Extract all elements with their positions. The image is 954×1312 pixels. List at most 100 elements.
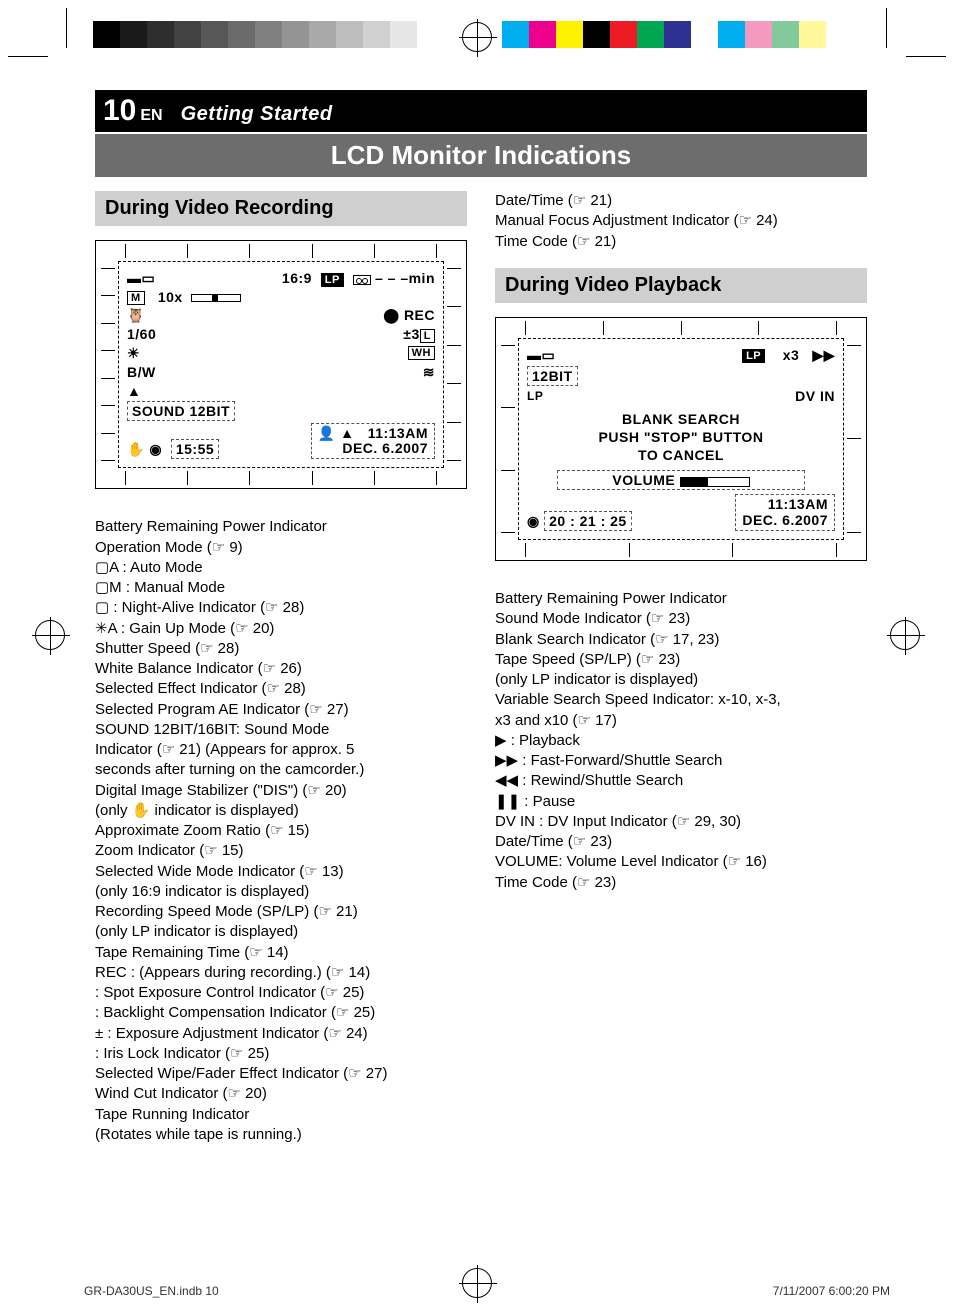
dis-icon: ✋ xyxy=(127,441,145,457)
list-item: Tape Speed (SP/LP) (☞ 23) xyxy=(495,650,867,670)
list-item: Date/Time (☞ 23) xyxy=(495,832,867,852)
list-item: Selected Program AE Indicator (☞ 27) xyxy=(95,700,467,720)
list-item: Date/Time (☞ 21) xyxy=(495,191,867,211)
rec-dot-icon: ⬤ xyxy=(383,307,399,323)
registration-mark-icon xyxy=(462,22,492,52)
list-item: ▢ : Night-Alive Indicator (☞ 28) xyxy=(95,598,467,618)
list-item: Time Code (☞ 21) xyxy=(495,232,867,252)
color-bar xyxy=(502,21,826,48)
list-item: Operation Mode (☞ 9) xyxy=(95,538,467,558)
playback-lcd-frame: ▬▭ LP x3 ▶▶ 12BIT LP DV IN xyxy=(495,317,867,561)
playback-lcd: ▬▭ LP x3 ▶▶ 12BIT LP DV IN xyxy=(518,338,844,540)
lp-badge: LP xyxy=(321,273,344,287)
lp-badge: LP xyxy=(742,349,765,363)
list-item: (only ✋ indicator is displayed) xyxy=(95,801,467,821)
zoom-ratio: 10x xyxy=(158,289,183,305)
list-item: REC : (Appears during recording.) (☞ 14) xyxy=(95,963,467,983)
language-code: EN xyxy=(140,107,162,125)
footer-filename: GR-DA30US_EN.indb 10 xyxy=(84,1284,219,1298)
sound-mode: SOUND 12BIT xyxy=(127,401,235,421)
list-item: Battery Remaining Power Indicator xyxy=(495,589,867,609)
night-icon: 🦉 xyxy=(127,307,145,324)
registration-mark-icon xyxy=(35,620,65,650)
zoom-bar-icon xyxy=(191,294,241,302)
effect-bw: B/W xyxy=(127,364,156,380)
list-item: ▢A : Auto Mode xyxy=(95,558,467,578)
right-column: Date/Time (☞ 21)Manual Focus Adjustment … xyxy=(495,191,867,1145)
list-item: ✳A : Gain Up Mode (☞ 20) xyxy=(95,619,467,639)
play-icon: ▶▶ xyxy=(812,347,835,363)
list-item: VOLUME: Volume Level Indicator (☞ 16) xyxy=(495,852,867,872)
page-title: LCD Monitor Indications xyxy=(95,134,867,177)
list-item: Selected Effect Indicator (☞ 28) xyxy=(95,679,467,699)
left-column: During Video Recording ▬▭ 16:9 LP – – –m… xyxy=(95,191,467,1145)
list-item: ◀◀ : Rewind/Shuttle Search xyxy=(495,771,867,791)
section-title: Getting Started xyxy=(181,103,333,126)
playback-indicator-list: Battery Remaining Power IndicatorSound M… xyxy=(495,589,867,893)
time: 11:13AM xyxy=(368,425,428,441)
sound-bit: 12BIT xyxy=(527,366,578,386)
list-item: Wind Cut Indicator (☞ 20) xyxy=(95,1084,467,1104)
list-item: Tape Remaining Time (☞ 14) xyxy=(95,943,467,963)
aspect-ratio: 16:9 xyxy=(282,270,312,286)
blank-search-1: BLANK SEARCH xyxy=(527,410,835,428)
blank-search-3: TO CANCEL xyxy=(527,446,835,464)
time-code: 20 : 21 : 25 xyxy=(544,511,632,531)
list-item: (only 16:9 indicator is displayed) xyxy=(95,882,467,902)
recording-indicator-list: Battery Remaining Power IndicatorOperati… xyxy=(95,517,467,1145)
grayscale-bar xyxy=(93,21,444,48)
list-item: ❚❚ : Pause xyxy=(495,792,867,812)
list-item: : Backlight Compensation Indicator (☞ 25… xyxy=(95,1003,467,1023)
list-item: ▶▶ : Fast-Forward/Shuttle Search xyxy=(495,751,867,771)
volume-bar-icon xyxy=(680,477,750,487)
volume-label: VOLUME xyxy=(612,472,675,488)
tape-running-icon: ◉ xyxy=(149,441,162,457)
list-item: Digital Image Stabilizer ("DIS") (☞ 20) xyxy=(95,781,467,801)
list-item: ▢M : Manual Mode xyxy=(95,578,467,598)
battery-icon: ▬▭ xyxy=(127,270,155,287)
footer: GR-DA30US_EN.indb 10 7/11/2007 6:00:20 P… xyxy=(84,1284,890,1298)
shutter-speed: 1/60 xyxy=(127,326,156,342)
wipe-effect: WH xyxy=(408,346,435,360)
rec-indicator: REC xyxy=(404,307,435,323)
list-item: SOUND 12BIT/16BIT: Sound Mode xyxy=(95,720,467,740)
list-item: Indicator (☞ 21) (Appears for approx. 5 xyxy=(95,740,467,760)
focus-icon: 👤 ▲ xyxy=(318,425,363,441)
list-item: (only LP indicator is displayed) xyxy=(495,670,867,690)
remaining-min: – – –min xyxy=(375,270,435,286)
search-speed: x3 xyxy=(783,347,800,363)
recording-lcd-frame: ▬▭ 16:9 LP – – –min M 10x xyxy=(95,240,467,489)
blank-search-2: PUSH "STOP" BUTTON xyxy=(527,428,835,446)
list-item: Battery Remaining Power Indicator xyxy=(95,517,467,537)
print-marks xyxy=(0,8,954,58)
list-item: Sound Mode Indicator (☞ 23) xyxy=(495,609,867,629)
tape-running-icon: ◉ xyxy=(527,513,540,529)
list-item: seconds after turning on the camcorder.) xyxy=(95,760,467,780)
time: 11:13AM xyxy=(768,496,828,512)
list-item: Blank Search Indicator (☞ 17, 23) xyxy=(495,630,867,650)
playback-top-list: Date/Time (☞ 21)Manual Focus Adjustment … xyxy=(495,191,867,252)
list-item: Zoom Indicator (☞ 15) xyxy=(95,841,467,861)
list-item: DV IN : DV Input Indicator (☞ 29, 30) xyxy=(495,812,867,832)
list-item: Manual Focus Adjustment Indicator (☞ 24) xyxy=(495,211,867,231)
wb-icon: ☀ xyxy=(127,345,140,362)
date: DEC. 6.2007 xyxy=(742,512,828,528)
recording-lcd: ▬▭ 16:9 LP – – –min M 10x xyxy=(118,261,444,468)
footer-datetime: 7/11/2007 6:00:20 PM xyxy=(773,1284,890,1298)
list-item: : Iris Lock Indicator (☞ 25) xyxy=(95,1044,467,1064)
dv-in: DV IN xyxy=(795,388,835,404)
header-bar: 10 EN Getting Started xyxy=(95,90,867,132)
ae-icon: ▲ xyxy=(127,383,141,399)
page-content: 10 EN Getting Started LCD Monitor Indica… xyxy=(95,90,867,1145)
battery-icon: ▬▭ xyxy=(527,347,555,364)
time-code: 15:55 xyxy=(171,439,219,459)
wind-cut-icon: ≋ xyxy=(423,364,435,381)
registration-mark-icon xyxy=(890,620,920,650)
list-item: Approximate Zoom Ratio (☞ 15) xyxy=(95,821,467,841)
iris-lock-icon: L xyxy=(420,329,435,343)
exposure-adjust: ±3 xyxy=(403,326,419,342)
list-item: ± : Exposure Adjustment Indicator (☞ 24) xyxy=(95,1024,467,1044)
lp-small: LP xyxy=(527,389,543,403)
list-item: Shutter Speed (☞ 28) xyxy=(95,639,467,659)
mode-box: M xyxy=(127,291,145,305)
